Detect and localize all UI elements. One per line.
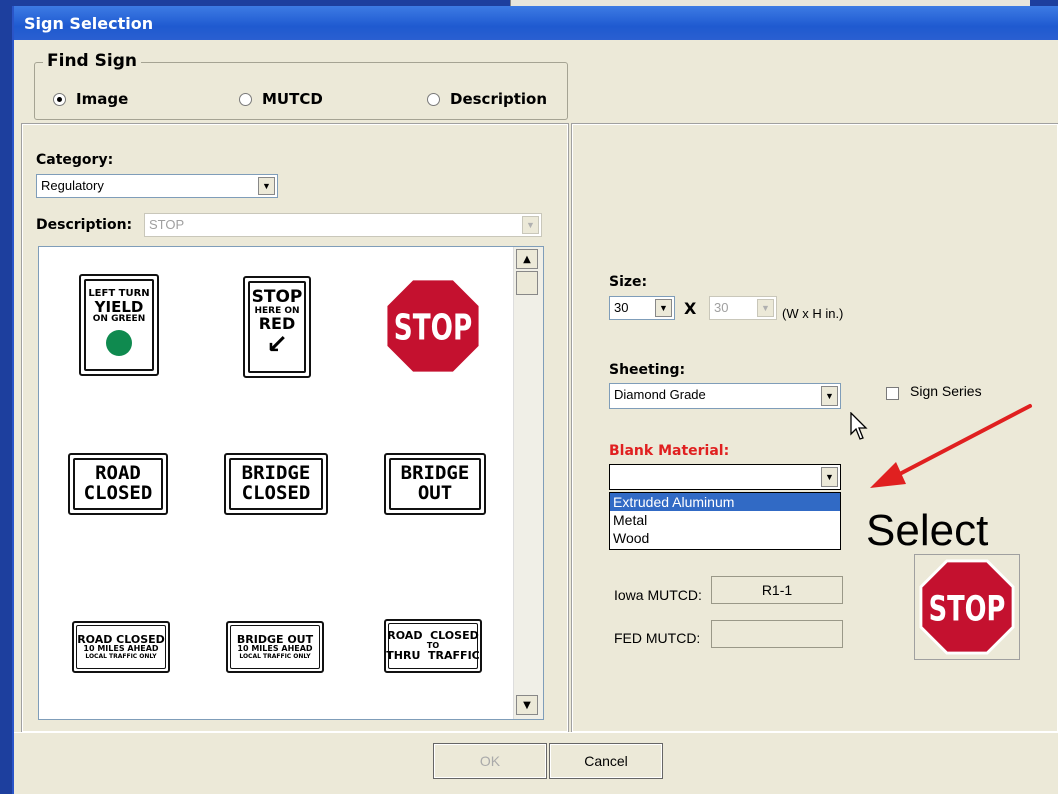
radio-image-label: Image bbox=[76, 90, 129, 108]
radio-description[interactable]: Description bbox=[427, 90, 547, 108]
width-dropdown[interactable]: 30 ▼ bbox=[609, 296, 675, 320]
sheeting-dropdown[interactable]: Diamond Grade ▼ bbox=[609, 383, 841, 409]
sign-text: THRU TRAFFIC bbox=[386, 649, 480, 663]
sign-text: YIELD bbox=[94, 297, 144, 316]
sign-text: CLOSED bbox=[241, 482, 311, 504]
option-wood[interactable]: Wood bbox=[610, 529, 840, 547]
cancel-button[interactable]: Cancel bbox=[549, 743, 663, 779]
sign-text: ON GREEN bbox=[92, 314, 146, 325]
radio-description-dot[interactable] bbox=[427, 92, 440, 106]
chevron-down-icon[interactable]: ▼ bbox=[821, 467, 838, 487]
sign-text: BRIDGE bbox=[241, 462, 311, 485]
height-value: 30 bbox=[714, 300, 729, 315]
blank-material-label: Blank Material: bbox=[609, 443, 730, 459]
arrow-down-left-icon: ↙ bbox=[266, 330, 288, 361]
bridge-closed-sign[interactable]: BRIDGE CLOSED bbox=[224, 453, 328, 515]
bridge-out-sign[interactable]: BRIDGE OUT bbox=[384, 453, 486, 515]
radio-description-label: Description bbox=[450, 90, 548, 108]
iowa-mutcd-label: Iowa MUTCD: bbox=[614, 587, 702, 603]
sign-text: LOCAL TRAFFIC ONLY bbox=[85, 652, 157, 660]
gallery-scrollbar[interactable]: ▲ ▼ bbox=[513, 247, 543, 719]
category-value: Regulatory bbox=[41, 178, 104, 193]
sign-text: LOCAL TRAFFIC ONLY bbox=[239, 652, 311, 660]
description-dropdown[interactable]: STOP ▼ bbox=[144, 213, 542, 237]
radio-mutcd-label: MUTCD bbox=[262, 90, 323, 108]
find-sign-legend: Find Sign bbox=[43, 51, 141, 71]
x-symbol: X bbox=[684, 299, 697, 318]
description-value: STOP bbox=[149, 217, 185, 232]
blank-material-dropdown[interactable]: ▼ bbox=[609, 464, 841, 490]
sign-selection-dialog: Sign Selection Find Sign Image MUTCD Des… bbox=[12, 6, 1058, 794]
find-sign-group: Find Sign Image MUTCD Description bbox=[34, 51, 568, 120]
sign-text: CLOSED bbox=[83, 482, 153, 504]
ok-button[interactable]: OK bbox=[433, 743, 547, 779]
height-dropdown[interactable]: 30 ▼ bbox=[709, 296, 777, 320]
category-dropdown[interactable]: Regulatory ▼ bbox=[36, 174, 278, 198]
scroll-down-button[interactable]: ▼ bbox=[516, 695, 538, 715]
mouse-cursor-icon bbox=[850, 412, 868, 440]
fed-mutcd-field bbox=[711, 620, 843, 648]
chevron-down-icon[interactable]: ▼ bbox=[655, 299, 672, 317]
sheeting-value: Diamond Grade bbox=[614, 387, 706, 402]
dialog-title: Sign Selection bbox=[14, 6, 1058, 40]
description-label: Description: bbox=[36, 217, 133, 233]
left-turn-yield-sign[interactable]: LEFT TURN YIELD ON GREEN bbox=[79, 274, 159, 376]
option-extruded-aluminum[interactable]: Extruded Aluminum bbox=[610, 493, 840, 511]
bridge-out-ahead-sign[interactable]: BRIDGE OUT 10 MILES AHEAD LOCAL TRAFFIC … bbox=[226, 621, 324, 673]
green-light-icon bbox=[106, 329, 132, 356]
category-label: Category: bbox=[36, 152, 114, 168]
blank-material-options[interactable]: Extruded Aluminum Metal Wood bbox=[609, 492, 841, 550]
unit-label: (W x H in.) bbox=[782, 306, 844, 321]
sign-text: ROAD bbox=[95, 462, 141, 485]
sign-series-label: Sign Series bbox=[910, 383, 982, 399]
stop-sign-text: STOP bbox=[394, 308, 472, 349]
stop-sign[interactable]: STOP bbox=[384, 277, 482, 375]
radio-image-dot[interactable] bbox=[53, 92, 66, 106]
road-closed-ahead-sign[interactable]: ROAD CLOSED 10 MILES AHEAD LOCAL TRAFFIC… bbox=[72, 621, 170, 673]
select-annotation: Select bbox=[866, 506, 989, 555]
road-closed-sign[interactable]: ROAD CLOSED bbox=[68, 453, 168, 515]
sign-text: STOP bbox=[251, 287, 303, 307]
red-arrow-annotation bbox=[870, 404, 1032, 488]
stop-here-on-red-sign[interactable]: STOP HERE ON RED ↙ bbox=[243, 276, 311, 378]
chevron-down-icon[interactable]: ▼ bbox=[821, 386, 838, 406]
scroll-up-button[interactable]: ▲ bbox=[516, 249, 538, 269]
radio-image[interactable]: Image bbox=[53, 90, 128, 108]
road-closed-thru-sign[interactable]: ROAD CLOSED TO THRU TRAFFIC bbox=[384, 619, 482, 673]
option-metal[interactable]: Metal bbox=[610, 511, 840, 529]
preview-stop-text: STOP bbox=[929, 589, 1006, 629]
radio-mutcd[interactable]: MUTCD bbox=[239, 90, 323, 108]
chevron-down-icon[interactable]: ▼ bbox=[757, 299, 774, 317]
radio-mutcd-dot[interactable] bbox=[239, 92, 252, 106]
scroll-thumb[interactable] bbox=[516, 271, 538, 295]
width-value: 30 bbox=[614, 300, 629, 315]
chevron-down-icon[interactable]: ▼ bbox=[258, 177, 275, 195]
chevron-down-icon[interactable]: ▼ bbox=[522, 216, 539, 234]
sign-text: BRIDGE bbox=[400, 462, 470, 485]
preview-stop-sign: STOP bbox=[919, 559, 1015, 655]
sign-text: OUT bbox=[417, 482, 453, 504]
iowa-mutcd-field: R1-1 bbox=[711, 576, 843, 604]
size-label: Size: bbox=[609, 274, 648, 290]
fed-mutcd-label: FED MUTCD: bbox=[614, 630, 701, 646]
sheeting-label: Sheeting: bbox=[609, 362, 686, 378]
